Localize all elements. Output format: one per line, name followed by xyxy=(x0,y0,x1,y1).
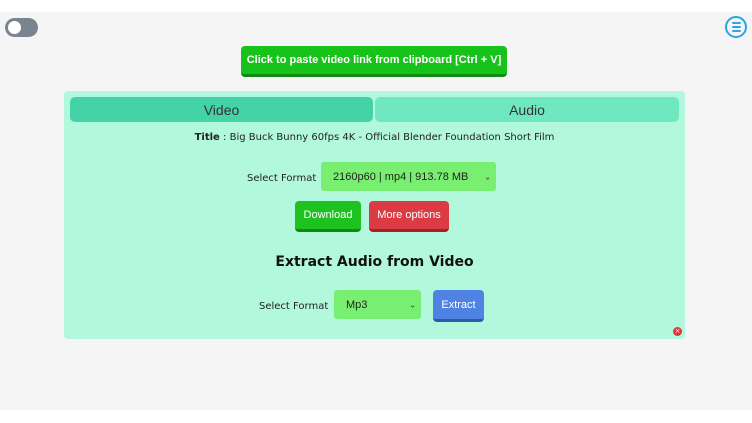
video-format-value: 2160p60 | mp4 | 913.78 MB xyxy=(333,170,469,183)
tab-audio[interactable]: Audio xyxy=(375,97,679,122)
title-value: Big Buck Bunny 60fps 4K - Official Blend… xyxy=(229,132,555,143)
download-button[interactable]: Download xyxy=(295,201,361,232)
tab-video[interactable]: Video xyxy=(70,97,373,122)
video-title: Title : Big Buck Bunny 60fps 4K - Offici… xyxy=(194,132,555,143)
title-label: Title xyxy=(194,132,220,143)
extract-button[interactable]: Extract xyxy=(433,290,484,322)
video-format-label: Select Format xyxy=(247,173,317,184)
video-format-select[interactable]: 2160p60 | mp4 | 913.78 MB ⌄ xyxy=(321,162,496,191)
more-options-button[interactable]: More options xyxy=(369,201,449,232)
download-panel: Video Audio Title : Big Buck Bunny 60fps… xyxy=(64,91,685,339)
audio-format-label: Select Format xyxy=(259,301,329,312)
audio-format-select[interactable]: Mp3 ⌄ xyxy=(334,290,421,319)
chevron-down-icon: ⌄ xyxy=(409,300,416,309)
theme-toggle[interactable] xyxy=(5,18,38,37)
close-icon[interactable]: × xyxy=(673,327,682,336)
menu-icon[interactable] xyxy=(725,16,747,38)
paste-link-button[interactable]: Click to paste video link from clipboard… xyxy=(241,46,507,77)
toggle-knob xyxy=(8,21,21,34)
chevron-down-icon: ⌄ xyxy=(484,172,491,181)
extract-audio-heading: Extract Audio from Video xyxy=(275,254,474,270)
audio-format-value: Mp3 xyxy=(346,298,368,311)
